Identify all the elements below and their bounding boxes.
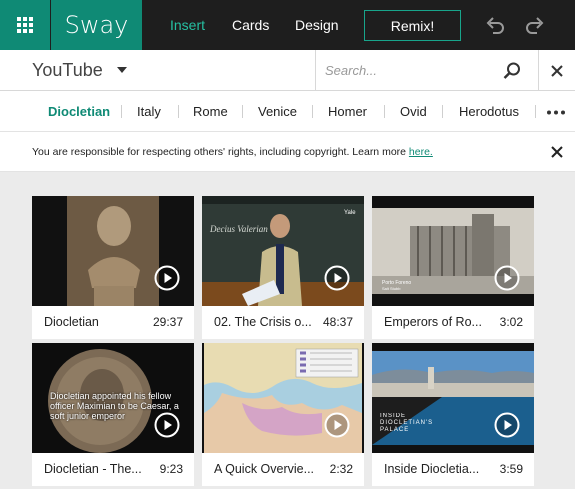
tag-homer[interactable]: Homer: [328, 91, 367, 132]
video-title: Emperors of Ro...: [384, 315, 482, 329]
close-icon[interactable]: [547, 61, 567, 81]
thumbnail-caption: Salt Stubb: [382, 286, 401, 291]
divider: [178, 105, 179, 118]
video-thumbnail[interactable]: Decius Valerian Yale: [202, 196, 364, 306]
play-icon[interactable]: [324, 265, 350, 291]
video-card[interactable]: Porto Foreno Salt Stubb Emperors of Ro..…: [372, 196, 534, 339]
search-box: [315, 50, 539, 91]
divider: [312, 105, 313, 118]
video-card[interactable]: Diocletian appointed his fellow officer …: [32, 343, 194, 486]
play-icon[interactable]: [494, 265, 520, 291]
tab-insert[interactable]: Insert: [170, 0, 205, 50]
play-icon[interactable]: [324, 412, 350, 438]
play-icon[interactable]: [494, 412, 520, 438]
undo-icon[interactable]: [484, 14, 506, 36]
app-name: Sway: [51, 0, 142, 50]
divider: [242, 105, 243, 118]
video-duration: 48:37: [322, 315, 353, 329]
video-title: 02. The Crisis o...: [214, 315, 312, 329]
video-card[interactable]: Diocletian 29:37: [32, 196, 194, 339]
video-caption-overlay: INSIDE DIOCLETIAN'S PALACE: [380, 413, 434, 433]
app-launcher-button[interactable]: [0, 0, 50, 50]
video-title: Diocletian: [44, 315, 99, 329]
play-icon[interactable]: [154, 412, 180, 438]
chevron-down-icon[interactable]: [117, 67, 127, 73]
yale-logo: Yale: [344, 210, 356, 216]
divider: [384, 105, 385, 118]
notice-message: You are responsible for respecting other…: [32, 146, 409, 158]
video-card[interactable]: INSIDE DIOCLETIAN'S PALACE Inside Diocle…: [372, 343, 534, 486]
tag-venice[interactable]: Venice: [258, 91, 297, 132]
tab-cards[interactable]: Cards: [232, 0, 269, 50]
source-bar: YouTube: [0, 50, 575, 91]
video-duration: 3:02: [499, 315, 523, 329]
tab-design[interactable]: Design: [295, 0, 339, 50]
video-card[interactable]: Decius Valerian Yale 02. The Crisis o...…: [202, 196, 364, 339]
app-grid-icon: [17, 17, 33, 33]
notice-text: You are responsible for respecting other…: [32, 132, 433, 172]
tag-rome[interactable]: Rome: [193, 91, 228, 132]
divider: [535, 105, 536, 118]
chalkboard-text: Decius Valerian: [209, 224, 268, 234]
learn-more-link[interactable]: here.: [409, 146, 433, 158]
video-duration: 29:37: [152, 315, 183, 329]
video-thumbnail[interactable]: [202, 343, 364, 453]
video-thumbnail[interactable]: [32, 196, 194, 306]
close-icon[interactable]: [551, 146, 563, 158]
top-bar: Sway Insert Cards Design Remix!: [0, 0, 575, 50]
more-icon[interactable]: [546, 110, 566, 115]
suggested-tags: Diocletian Italy Rome Venice Homer Ovid …: [0, 91, 575, 132]
tag-diocletian[interactable]: Diocletian: [48, 91, 110, 132]
video-title: A Quick Overvie...: [214, 462, 315, 476]
video-thumbnail[interactable]: Diocletian appointed his fellow officer …: [32, 343, 194, 453]
tag-herodotus[interactable]: Herodotus: [459, 91, 519, 132]
video-title: Inside Diocletia...: [384, 462, 480, 476]
video-duration: 9:23: [159, 462, 183, 476]
tag-ovid[interactable]: Ovid: [400, 91, 427, 132]
video-thumbnail[interactable]: INSIDE DIOCLETIAN'S PALACE: [372, 343, 534, 453]
copyright-notice: You are responsible for respecting other…: [0, 132, 575, 172]
divider: [121, 105, 122, 118]
video-duration: 2:32: [329, 462, 353, 476]
video-duration: 3:59: [499, 462, 523, 476]
play-icon[interactable]: [154, 265, 180, 291]
video-title: Diocletian - The...: [44, 462, 142, 476]
search-input[interactable]: [325, 59, 495, 81]
video-thumbnail[interactable]: Porto Foreno Salt Stubb: [372, 196, 534, 306]
redo-icon[interactable]: [524, 14, 546, 36]
divider: [442, 105, 443, 118]
remix-button[interactable]: Remix!: [364, 10, 461, 41]
source-select[interactable]: YouTube: [32, 50, 103, 91]
video-card[interactable]: A Quick Overvie... 2:32: [202, 343, 364, 486]
tag-italy[interactable]: Italy: [137, 91, 161, 132]
search-icon[interactable]: [502, 61, 522, 81]
